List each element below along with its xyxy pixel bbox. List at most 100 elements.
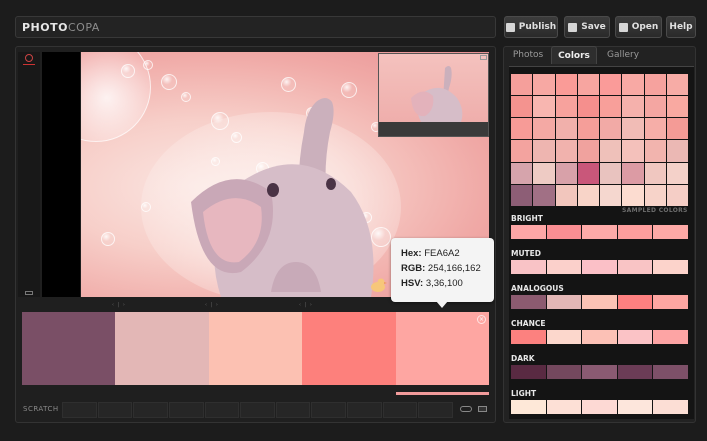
sampled-color-swatch[interactable] <box>555 96 577 118</box>
scratch-slot[interactable] <box>204 402 240 418</box>
color-swatch[interactable] <box>617 295 653 309</box>
eyedropper-icon[interactable] <box>25 54 33 62</box>
save-button[interactable]: Save <box>564 16 610 38</box>
sampled-color-swatch[interactable] <box>622 184 644 206</box>
tab-photos[interactable]: Photos <box>508 46 548 64</box>
muted-swatches[interactable] <box>511 260 688 274</box>
sampled-color-swatch[interactable] <box>533 140 555 162</box>
sampled-color-swatch[interactable] <box>644 96 666 118</box>
sampled-color-swatch[interactable] <box>666 118 688 140</box>
color-swatch[interactable] <box>511 330 546 344</box>
color-swatch[interactable] <box>546 295 582 309</box>
sampled-color-swatch[interactable] <box>511 96 533 118</box>
color-swatch[interactable] <box>617 365 653 379</box>
sampled-color-swatch[interactable] <box>644 74 666 96</box>
scratch-slot[interactable] <box>133 402 168 418</box>
sampled-color-swatch[interactable] <box>622 162 644 184</box>
chance-swatches[interactable] <box>511 330 688 344</box>
color-swatch[interactable] <box>653 330 688 344</box>
color-swatch[interactable] <box>653 295 688 309</box>
sampled-color-swatch[interactable] <box>600 118 622 140</box>
palette-strip[interactable] <box>22 312 490 385</box>
color-swatch[interactable] <box>511 365 546 379</box>
sampled-color-swatch[interactable] <box>555 140 577 162</box>
help-button[interactable]: Help <box>666 16 696 38</box>
scratch-slot[interactable] <box>311 402 347 418</box>
sampled-color-swatch[interactable] <box>511 118 533 140</box>
scratch-slot[interactable] <box>97 402 133 418</box>
color-swatch[interactable] <box>653 400 688 414</box>
scratch-slot[interactable] <box>168 402 204 418</box>
sampled-color-swatch[interactable] <box>622 96 644 118</box>
sampled-color-swatch[interactable] <box>577 140 599 162</box>
publish-button[interactable]: Publish <box>504 16 558 38</box>
color-swatch[interactable] <box>546 365 582 379</box>
sampled-color-swatch[interactable] <box>600 96 622 118</box>
sampled-color-swatch[interactable] <box>644 162 666 184</box>
color-swatch[interactable] <box>546 330 582 344</box>
color-swatch[interactable] <box>511 400 546 414</box>
sampled-color-swatch[interactable] <box>577 96 599 118</box>
sampled-color-swatch[interactable] <box>666 184 688 206</box>
sampled-color-swatch[interactable] <box>511 184 533 206</box>
sampled-color-swatch[interactable] <box>555 118 577 140</box>
color-swatch[interactable] <box>617 330 653 344</box>
palette-swatch[interactable] <box>22 312 116 385</box>
sampled-color-swatch[interactable] <box>577 184 599 206</box>
sampled-color-swatch[interactable] <box>533 74 555 96</box>
scratch-slot[interactable] <box>275 402 311 418</box>
sampled-color-swatch[interactable] <box>644 118 666 140</box>
scratch-slot[interactable] <box>418 402 454 418</box>
sampled-color-swatch[interactable] <box>533 184 555 206</box>
color-swatch[interactable] <box>511 295 546 309</box>
color-swatch[interactable] <box>582 365 617 379</box>
sampled-color-swatch[interactable] <box>622 74 644 96</box>
sampled-color-swatch[interactable] <box>555 162 577 184</box>
sampled-color-swatch[interactable] <box>511 74 533 96</box>
palette-swatch[interactable] <box>302 312 396 385</box>
color-swatch[interactable] <box>617 400 653 414</box>
color-swatch[interactable] <box>582 400 617 414</box>
scratch-slot[interactable] <box>382 402 418 418</box>
color-swatch[interactable] <box>582 260 617 274</box>
color-swatch[interactable] <box>546 400 582 414</box>
sampled-color-swatch[interactable] <box>600 140 622 162</box>
scratch-slot[interactable] <box>62 402 97 418</box>
color-swatch[interactable] <box>511 260 546 274</box>
keyboard-icon[interactable] <box>478 406 487 412</box>
sampled-color-swatch[interactable] <box>622 140 644 162</box>
sampled-color-swatch[interactable] <box>622 118 644 140</box>
open-button[interactable]: Open <box>615 16 662 38</box>
sampled-color-swatch[interactable] <box>666 96 688 118</box>
app-logo[interactable]: PHOTOCOPA <box>22 21 100 34</box>
navigator-toggle-icon[interactable] <box>480 55 487 60</box>
palette-swatch[interactable] <box>208 312 303 385</box>
tab-colors[interactable]: Colors <box>551 46 597 64</box>
color-swatch[interactable] <box>582 295 617 309</box>
sampled-color-swatch[interactable] <box>666 162 688 184</box>
sampled-color-swatch[interactable] <box>533 96 555 118</box>
color-swatch[interactable] <box>582 330 617 344</box>
color-swatch[interactable] <box>546 260 582 274</box>
sampled-color-swatch[interactable] <box>600 74 622 96</box>
sampled-color-swatch[interactable] <box>577 162 599 184</box>
bright-swatches[interactable] <box>511 225 688 239</box>
dark-swatches[interactable] <box>511 365 688 379</box>
sampled-color-swatch[interactable] <box>555 74 577 96</box>
sampled-color-swatch[interactable] <box>600 162 622 184</box>
sampled-color-swatch[interactable] <box>577 118 599 140</box>
sampled-color-swatch[interactable] <box>511 140 533 162</box>
sampled-color-swatch[interactable] <box>555 184 577 206</box>
tab-gallery[interactable]: Gallery <box>600 46 646 64</box>
palette-swatch[interactable] <box>115 312 209 385</box>
color-swatch[interactable] <box>653 365 688 379</box>
color-swatch[interactable] <box>546 225 582 239</box>
sampled-color-swatch[interactable] <box>511 162 533 184</box>
sampled-color-swatch[interactable] <box>600 184 622 206</box>
color-swatch[interactable] <box>617 260 653 274</box>
sampled-color-swatch[interactable] <box>533 118 555 140</box>
sampled-color-swatch[interactable] <box>666 74 688 96</box>
sampled-color-swatch[interactable] <box>533 162 555 184</box>
navigator-thumbnail[interactable] <box>378 53 489 137</box>
link-icon[interactable] <box>460 406 472 412</box>
